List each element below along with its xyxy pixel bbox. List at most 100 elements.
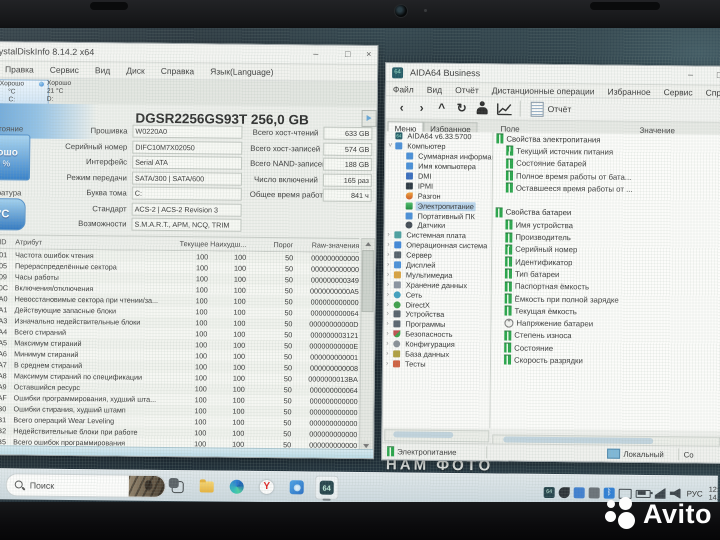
app-dark-icon[interactable]: [558, 486, 570, 498]
field-label: Буква тома: [86, 188, 127, 198]
vertical-scrollbar[interactable]: [359, 238, 376, 453]
menu-item[interactable]: Диск: [126, 66, 145, 76]
up-icon[interactable]: ^: [432, 101, 452, 115]
expand-arrow-icon[interactable]: ›: [387, 290, 394, 299]
field-label: Серийный номер: [65, 141, 128, 152]
property-label: Оставшееся время работы от ...: [515, 183, 633, 194]
aida64-icon[interactable]: [314, 475, 339, 500]
expand-arrow-icon[interactable]: ›: [386, 320, 393, 329]
menu-item[interactable]: Сервис: [664, 87, 693, 97]
field-value[interactable]: 165 раз: [322, 173, 373, 187]
expand-arrow-icon[interactable]: ›: [386, 339, 393, 348]
windows-desktop: НАМ ФОТО CrystalDiskInfo 8.14.2 x64 – □ …: [0, 0, 720, 540]
next-disk-button[interactable]: [361, 110, 377, 128]
expand-arrow-icon[interactable]: ›: [387, 241, 394, 250]
menu-item[interactable]: Сервис: [50, 65, 79, 75]
search-highlight-image[interactable]: [128, 475, 165, 497]
chart-icon[interactable]: [496, 102, 513, 115]
close-button[interactable]: ×: [361, 47, 376, 62]
tree-horizontal-scrollbar[interactable]: [384, 429, 490, 443]
expand-arrow-icon[interactable]: ›: [387, 250, 394, 259]
field-value[interactable]: 633 GB: [323, 126, 373, 141]
cdi-titlebar[interactable]: CrystalDiskInfo 8.14.2 x64 – □ ×: [0, 41, 378, 66]
scroll-up-icon[interactable]: [362, 239, 373, 250]
aida-titlebar[interactable]: 64 AIDA64 Business – □: [385, 63, 720, 87]
expand-arrow-icon[interactable]: ˅: [388, 142, 395, 151]
back-icon[interactable]: ‹: [392, 100, 412, 114]
property-label: Скорость разрядки: [514, 355, 583, 366]
tree-item-label: IPMI: [417, 181, 434, 191]
health-status-button[interactable]: Хорошо 100 %: [0, 133, 31, 181]
report-button-label[interactable]: Отчёт: [548, 104, 572, 114]
crystaldiskinfo-window: CrystalDiskInfo 8.14.2 x64 – □ × Правка С…: [0, 40, 379, 460]
explorer-icon[interactable]: [195, 474, 219, 498]
field-value[interactable]: ACS-2 | ACS-2 Revision 3: [131, 202, 242, 217]
scrollbar-thumb[interactable]: [361, 250, 375, 313]
menu-item[interactable]: Избранное: [607, 86, 650, 96]
expand-arrow-icon[interactable]: ›: [387, 231, 394, 240]
app-blue-icon[interactable]: [573, 486, 585, 498]
menu-item[interactable]: Вид: [95, 65, 110, 75]
field-label: Режим передачи: [66, 172, 127, 183]
forward-icon[interactable]: ›: [412, 101, 432, 115]
network-status-icon: [607, 448, 621, 459]
maximize-button[interactable]: □: [712, 68, 720, 83]
edge-icon[interactable]: [225, 475, 249, 499]
field-value[interactable]: S.M.A.R.T., APM, NCQ, TRIM: [131, 217, 242, 233]
expand-arrow-icon[interactable]: ›: [387, 270, 394, 279]
field-value[interactable]: 188 GB: [323, 157, 373, 172]
expand-arrow-icon[interactable]: ›: [386, 310, 393, 319]
report-icon[interactable]: [530, 101, 544, 117]
menu-item[interactable]: Отчёт: [455, 84, 479, 94]
expand-arrow-icon[interactable]: ›: [386, 330, 393, 339]
field-value[interactable]: 574 GB: [323, 142, 373, 156]
expand-arrow-icon[interactable]: ›: [386, 349, 393, 358]
tree-item-icon: [405, 172, 414, 180]
health-label: Техсостояние: [0, 123, 24, 134]
refresh-icon[interactable]: ↻: [452, 101, 472, 115]
field-label: Возможности: [78, 219, 127, 229]
field-value[interactable]: C:: [131, 186, 242, 202]
aida64-window: 64 AIDA64 Business – □ Файл Вид Отчёт Диста…: [381, 62, 720, 465]
property-label: Серийный номер: [515, 244, 578, 255]
taskbar-icons: [165, 474, 345, 500]
expand-arrow-icon[interactable]: ›: [387, 280, 394, 289]
tree-item-icon: [393, 350, 401, 358]
field-value[interactable]: Serial ATA: [132, 155, 243, 171]
avito-watermark: Avito: [605, 497, 712, 531]
yandex-icon[interactable]: [255, 475, 279, 499]
menu-item[interactable]: Справка: [161, 66, 194, 76]
menu-item[interactable]: Правка: [5, 64, 34, 74]
menu-item[interactable]: Справка: [706, 87, 720, 97]
property-row[interactable]: Скорость разрядки 5810 mW: [491, 354, 720, 369]
field-value[interactable]: DIFC10M7X02050: [132, 140, 243, 155]
scrollbar-thumb[interactable]: [393, 431, 454, 438]
field-value[interactable]: 841 ч: [322, 188, 372, 203]
aida64-tray-icon[interactable]: [543, 486, 555, 498]
users-icon[interactable]: [475, 101, 491, 115]
menu-item[interactable]: Файл: [393, 84, 414, 94]
maximize-button[interactable]: □: [340, 47, 355, 62]
minimize-button[interactable]: –: [683, 67, 698, 82]
search-input[interactable]: Поиск: [5, 473, 166, 498]
expand-arrow-icon[interactable]: ›: [387, 260, 394, 269]
menu-item[interactable]: Вид: [427, 84, 442, 94]
temperature-button[interactable]: 38 °C: [0, 197, 26, 231]
battery-icon: [505, 232, 513, 243]
app-gray-icon[interactable]: [588, 486, 600, 499]
tree-item[interactable]: › Тесты: [384, 359, 490, 370]
task-view-icon[interactable]: [165, 474, 189, 498]
drive-tab-d[interactable]: Хорошо 21 °C D:: [35, 80, 115, 105]
minimize-button[interactable]: –: [308, 46, 323, 61]
field-value[interactable]: W0220A0: [132, 124, 243, 140]
battery-icon: [504, 268, 513, 279]
field-value[interactable]: SATA/300 | SATA/600: [131, 171, 243, 186]
expand-arrow-icon[interactable]: ›: [386, 359, 393, 368]
photos-icon[interactable]: [285, 475, 309, 499]
cdi-info-right: Всего хост-чтений 633 GB Всего хост-запи…: [250, 125, 373, 204]
expand-arrow-icon[interactable]: ›: [387, 300, 394, 309]
tree-item-icon: [405, 202, 413, 210]
menu-item[interactable]: Дистанционные операции: [492, 85, 595, 96]
info-field: Возможности S.M.A.R.T., APM, NCQ, TRIM: [29, 216, 242, 234]
menu-item[interactable]: Язык(Language): [210, 66, 273, 77]
